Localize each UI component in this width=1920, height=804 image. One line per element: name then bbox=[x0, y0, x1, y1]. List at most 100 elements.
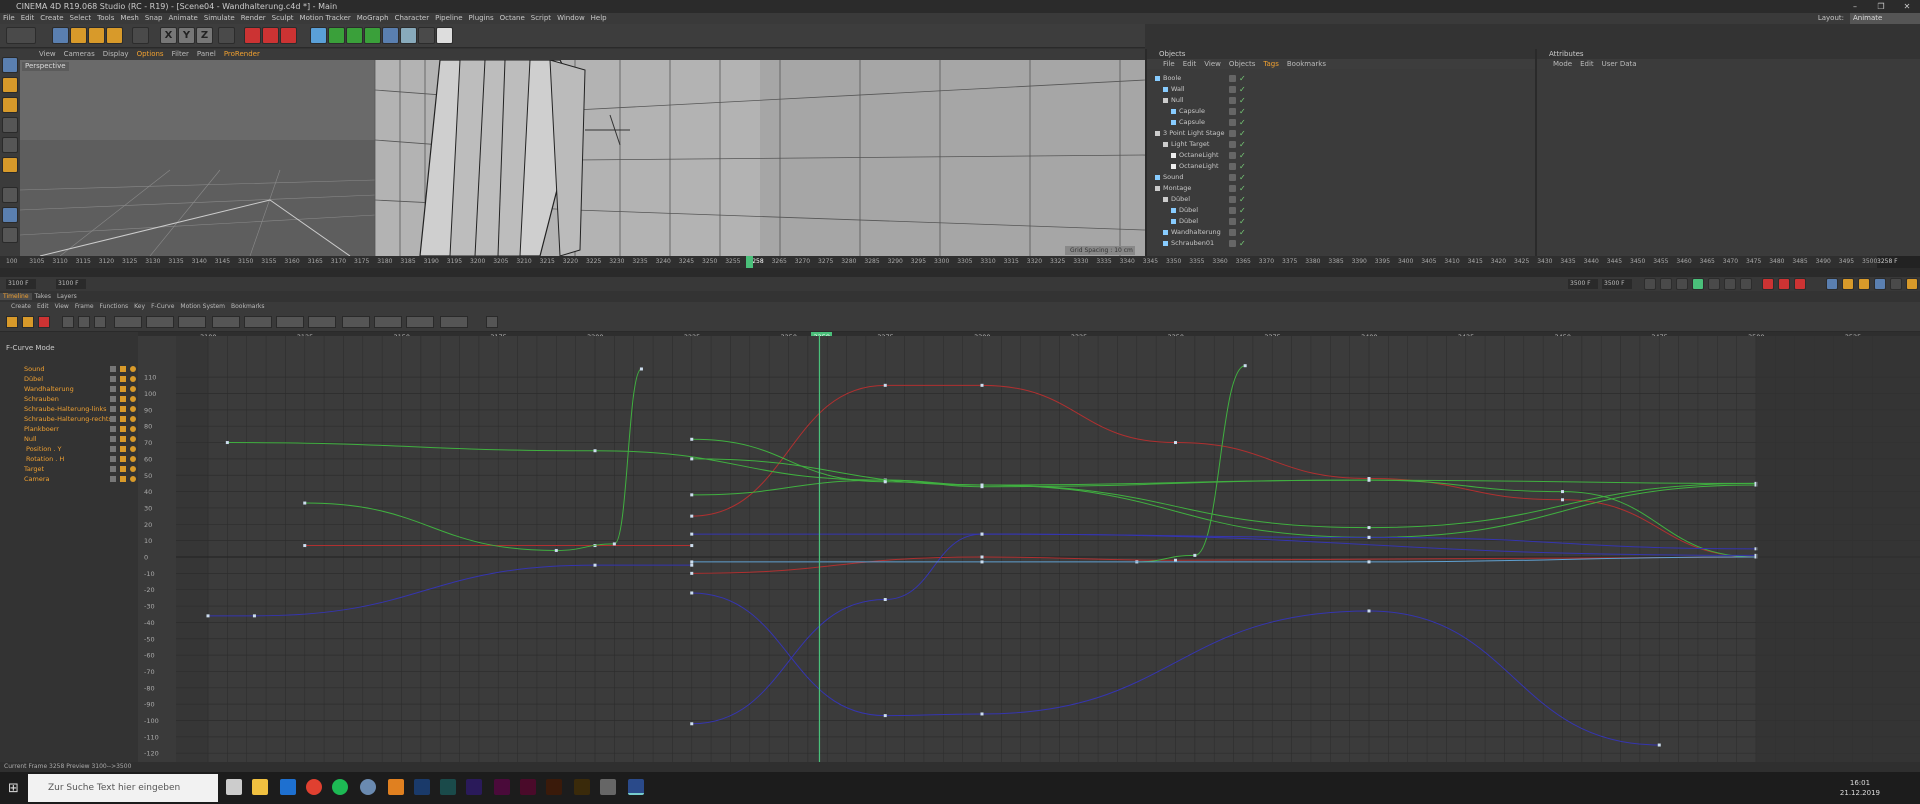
menu-pipeline[interactable]: Pipeline bbox=[432, 13, 465, 24]
rotate-key-icon[interactable] bbox=[1858, 278, 1870, 290]
object-row[interactable]: Capsule ✓ bbox=[1147, 106, 1527, 117]
fcurve-canvas[interactable]: 1101009080706050403020100-10-20-30-40-50… bbox=[138, 336, 1920, 762]
visibility-dot-icon[interactable] bbox=[1229, 75, 1236, 82]
coordinate-system-icon[interactable] bbox=[218, 27, 235, 44]
menu-window[interactable]: Window bbox=[554, 13, 588, 24]
visibility-dot-icon[interactable] bbox=[1229, 185, 1236, 192]
enable-check-icon[interactable]: ✓ bbox=[1239, 227, 1246, 238]
select-cursor-icon[interactable] bbox=[52, 27, 69, 44]
menu-render[interactable]: Render bbox=[238, 13, 269, 24]
visibility-dot-icon[interactable] bbox=[1229, 207, 1236, 214]
enable-check-icon[interactable]: ✓ bbox=[1239, 150, 1246, 161]
object-row[interactable]: Wandhalterung ✓ bbox=[1147, 227, 1527, 238]
track-mute-icon[interactable] bbox=[130, 396, 136, 402]
track-mute-icon[interactable] bbox=[130, 416, 136, 422]
photoshop-icon[interactable] bbox=[414, 779, 430, 795]
after-effects-icon[interactable] bbox=[466, 779, 482, 795]
app-icon[interactable] bbox=[600, 779, 616, 795]
tangent-lock-icon[interactable] bbox=[308, 316, 336, 328]
object-row[interactable]: Dübel ✓ bbox=[1147, 194, 1527, 205]
vp-menu-prorender[interactable]: ProRender bbox=[220, 49, 264, 60]
object-row[interactable]: Schrauben01 ✓ bbox=[1147, 238, 1527, 249]
blender-icon[interactable] bbox=[388, 779, 404, 795]
object-row[interactable]: Dübel ✓ bbox=[1147, 205, 1527, 216]
track-lock-icon[interactable] bbox=[120, 386, 126, 392]
light-icon[interactable] bbox=[436, 27, 453, 44]
timeline-menu-icon[interactable] bbox=[1906, 278, 1918, 290]
key-lock-icon[interactable] bbox=[374, 316, 402, 328]
move-key-icon[interactable] bbox=[1826, 278, 1838, 290]
menu-animate[interactable]: Animate bbox=[165, 13, 200, 24]
minimize-button[interactable]: – bbox=[1842, 0, 1868, 13]
fc-menu-fcurve[interactable]: F-Curve bbox=[148, 303, 177, 310]
tangent-break-icon[interactable] bbox=[276, 316, 304, 328]
obj-menu-tags[interactable]: Tags bbox=[1259, 60, 1283, 68]
windows-start-icon[interactable]: ⊞ bbox=[8, 782, 21, 795]
points-mode-icon[interactable] bbox=[2, 97, 18, 113]
menu-create[interactable]: Create bbox=[37, 13, 66, 24]
visibility-dot-icon[interactable] bbox=[1229, 108, 1236, 115]
track-lock-icon[interactable] bbox=[120, 426, 126, 432]
track-solo-icon[interactable] bbox=[110, 426, 116, 432]
track-lock-icon[interactable] bbox=[120, 476, 126, 482]
fc-menu-create[interactable]: Create bbox=[8, 303, 34, 310]
menu-edit[interactable]: Edit bbox=[18, 13, 38, 24]
visibility-dot-icon[interactable] bbox=[1229, 229, 1236, 236]
object-row[interactable]: 3 Point Light Stage ✓ bbox=[1147, 128, 1527, 139]
polygons-mode-icon[interactable] bbox=[2, 137, 18, 153]
render-view-icon[interactable] bbox=[244, 27, 261, 44]
layout-value[interactable]: Animate bbox=[1850, 13, 1920, 24]
prev-frame-icon[interactable] bbox=[1676, 278, 1688, 290]
preview-start-field[interactable]: 3100 F bbox=[56, 279, 86, 289]
track-solo-icon[interactable] bbox=[110, 366, 116, 372]
track-row[interactable]: Target bbox=[0, 464, 138, 474]
menu-character[interactable]: Character bbox=[392, 13, 433, 24]
pla-key-icon[interactable] bbox=[1890, 278, 1902, 290]
scale-icon[interactable] bbox=[88, 27, 105, 44]
object-row[interactable]: Light Target ✓ bbox=[1147, 139, 1527, 150]
mail-icon[interactable] bbox=[280, 779, 296, 795]
fc-menu-view[interactable]: View bbox=[52, 303, 72, 310]
menu-tools[interactable]: Tools bbox=[94, 13, 117, 24]
track-row[interactable]: Plankboerr bbox=[0, 424, 138, 434]
track-solo-icon[interactable] bbox=[110, 416, 116, 422]
track-solo-icon[interactable] bbox=[110, 386, 116, 392]
chrome-icon[interactable] bbox=[306, 779, 322, 795]
enable-check-icon[interactable]: ✓ bbox=[1239, 128, 1246, 139]
track-mute-icon[interactable] bbox=[130, 436, 136, 442]
track-row[interactable]: Rotation . H bbox=[0, 454, 138, 464]
track-mute-icon[interactable] bbox=[130, 386, 136, 392]
next-key-icon[interactable] bbox=[1724, 278, 1736, 290]
enable-check-icon[interactable]: ✓ bbox=[1239, 161, 1246, 172]
deformer-icon[interactable] bbox=[382, 27, 399, 44]
track-lock-icon[interactable] bbox=[120, 466, 126, 472]
tab-timeline[interactable]: Timeline bbox=[0, 293, 32, 300]
enable-check-icon[interactable]: ✓ bbox=[1239, 117, 1246, 128]
floor-icon[interactable] bbox=[400, 27, 417, 44]
vp-menu-options[interactable]: Options bbox=[133, 49, 168, 60]
vp-menu-panel[interactable]: Panel bbox=[193, 49, 220, 60]
enable-check-icon[interactable]: ✓ bbox=[1239, 205, 1246, 216]
record-icon[interactable] bbox=[1762, 278, 1774, 290]
enable-check-icon[interactable]: ✓ bbox=[1239, 106, 1246, 117]
tab-layers[interactable]: Layers bbox=[54, 293, 80, 300]
workplane-icon[interactable] bbox=[2, 187, 18, 203]
play-icon[interactable] bbox=[1692, 278, 1704, 290]
key-mute-icon[interactable] bbox=[406, 316, 434, 328]
track-lock-icon[interactable] bbox=[120, 406, 126, 412]
track-row[interactable]: Schraube-Halterung-links bbox=[0, 404, 138, 414]
enable-check-icon[interactable]: ✓ bbox=[1239, 172, 1246, 183]
frame-all-icon[interactable] bbox=[62, 316, 74, 328]
key-mode-step-icon[interactable] bbox=[146, 316, 174, 328]
axis-mode-icon[interactable] bbox=[2, 157, 18, 173]
track-lock-icon[interactable] bbox=[120, 436, 126, 442]
key-mode-linear-icon[interactable] bbox=[114, 316, 142, 328]
track-row[interactable]: Schraube-Halterung-rechts bbox=[0, 414, 138, 424]
attr-menu-edit[interactable]: Edit bbox=[1576, 60, 1598, 68]
visibility-dot-icon[interactable] bbox=[1229, 163, 1236, 170]
fc-menu-edit[interactable]: Edit bbox=[34, 303, 52, 310]
cloner-icon[interactable] bbox=[364, 27, 381, 44]
attr-menu-user-data[interactable]: User Data bbox=[1598, 60, 1641, 68]
vp-menu-cameras[interactable]: Cameras bbox=[60, 49, 99, 60]
menu-file[interactable]: File bbox=[0, 13, 18, 24]
